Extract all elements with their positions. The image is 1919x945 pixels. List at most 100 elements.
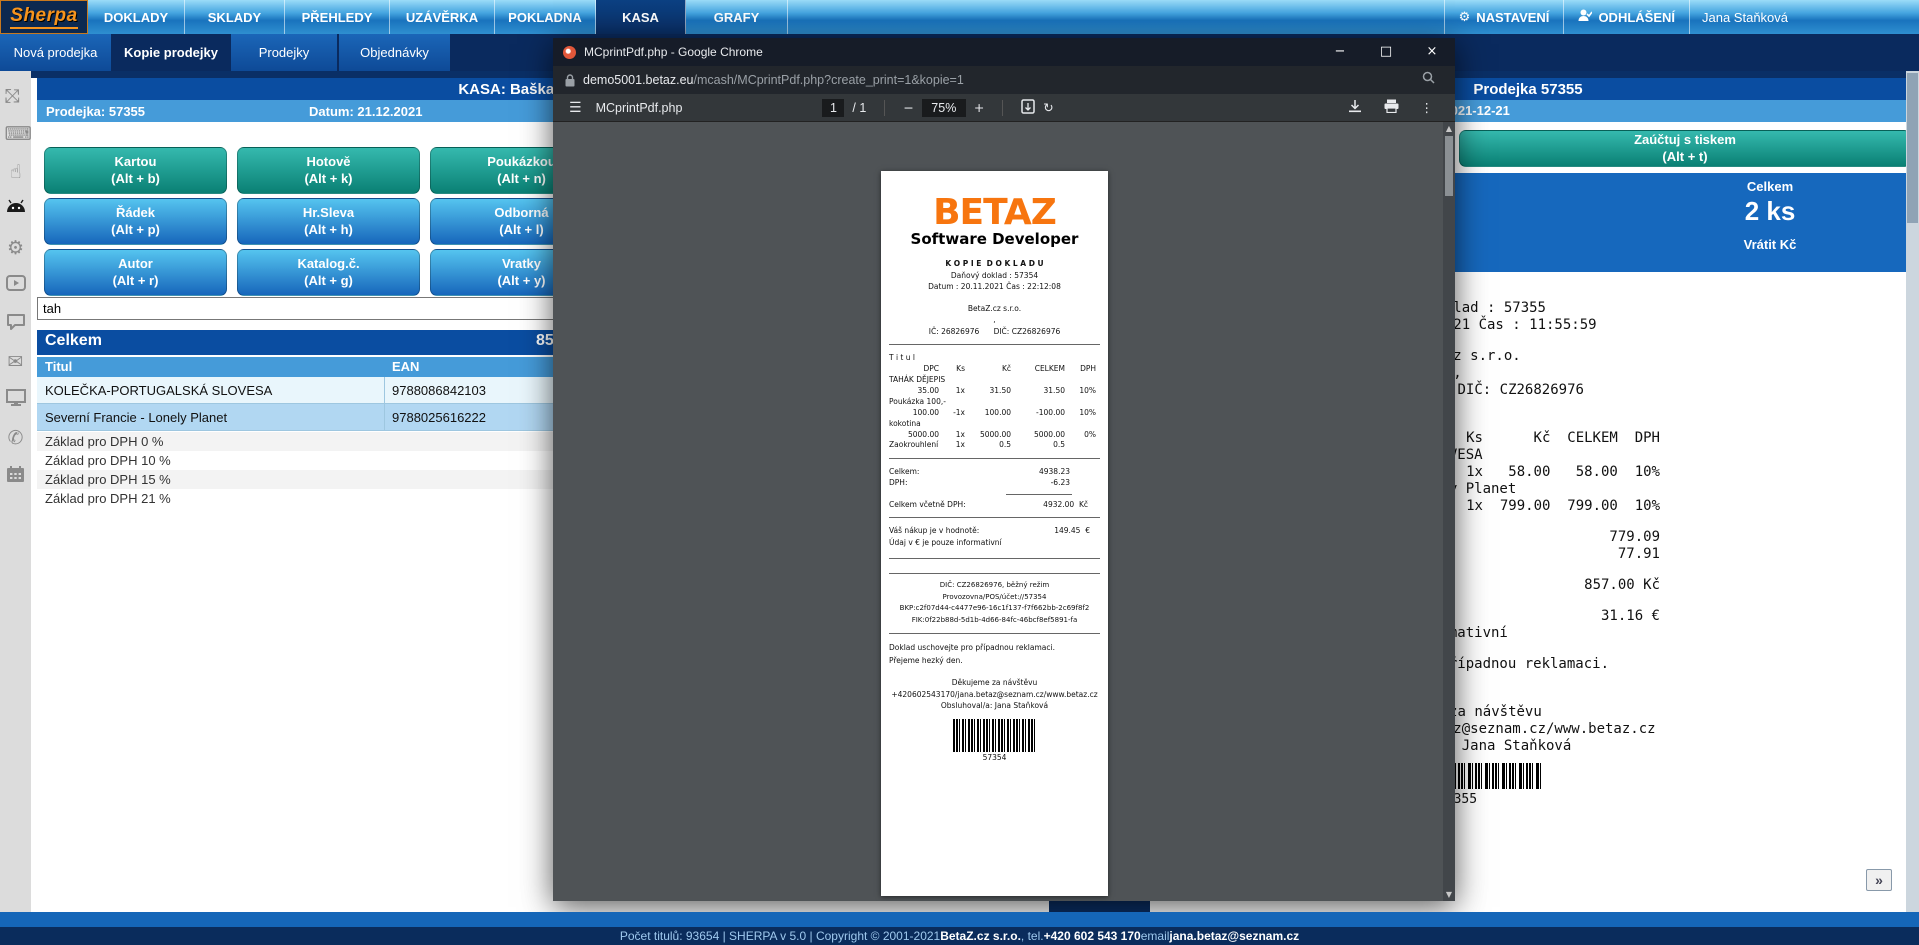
scrollbar-thumb[interactable] xyxy=(1907,73,1918,223)
window-title-bar[interactable]: MCprintPdf.php - Google Chrome − □ × xyxy=(553,38,1455,66)
pdf-viewport: BETAZ Software Developer K O P I E D O K… xyxy=(553,122,1455,901)
pdf-document-icon xyxy=(563,46,576,59)
settings-button[interactable]: ⚙ NASTAVENÍ xyxy=(1444,0,1564,34)
radek-button[interactable]: Řádek(Alt + p) xyxy=(44,198,227,245)
nav-item-pokladna[interactable]: POKLADNA xyxy=(495,0,596,34)
android-icon[interactable] xyxy=(5,199,27,221)
item-values: 35.001x31.5031.5010% xyxy=(889,386,1100,397)
pdf-scrollbar-thumb[interactable] xyxy=(1445,136,1453,196)
monitor-icon[interactable] xyxy=(5,389,27,411)
pdf-toolbar: ☰ MCprintPdf.php 1 / 1 − 75% + ↻ ⋮ xyxy=(553,94,1455,122)
window-controls: − □ × xyxy=(1317,38,1455,66)
autor-button[interactable]: Autor(Alt + r) xyxy=(44,249,227,296)
scroll-down-arrow[interactable]: ▼ xyxy=(1444,890,1454,899)
page-number-input[interactable]: 1 xyxy=(822,99,844,117)
eur-note: Údaj v € je pouze informativní xyxy=(889,537,1100,549)
kartou-button[interactable]: Kartou(Alt + b) xyxy=(44,147,227,194)
settings-label: NASTAVENÍ xyxy=(1476,10,1549,25)
titul-heading: T i t u l xyxy=(889,352,1100,364)
nav-item-grafy[interactable]: GRAFY xyxy=(686,0,788,34)
zoom-in-button[interactable]: + xyxy=(974,100,984,115)
hotove-button[interactable]: Hotově(Alt + k) xyxy=(237,147,420,194)
top-nav: Sherpa DOKLADY SKLADY PŘEHLEDY UZÁVĚRKA … xyxy=(0,0,1919,34)
item-name: kokotina xyxy=(889,418,1100,430)
nav-spacer xyxy=(788,0,1444,34)
logout-button[interactable]: ODHLÁŠENÍ xyxy=(1563,0,1689,34)
address-bar[interactable]: demo5001.betaz.eu/mcash/MCprintPdf.php?c… xyxy=(553,66,1455,94)
item-name: TAHÁK DĚJEPIS xyxy=(889,374,1100,386)
receipt-total: 4932.00 Kč xyxy=(1043,499,1100,511)
gear-icon[interactable]: ⚙ xyxy=(5,237,27,259)
nice-day-note: Přejeme hezký den. xyxy=(889,654,1100,667)
scroll-up-arrow[interactable]: ▲ xyxy=(1444,124,1454,133)
hrsleva-button[interactable]: Hr.Sleva(Alt + h) xyxy=(237,198,420,245)
minimize-button[interactable]: − xyxy=(1317,38,1363,66)
keep-receipt-note: Doklad uschovejte pro případnou reklamac… xyxy=(889,641,1100,654)
pos-line: Provozovna/POS/účet://57354 xyxy=(889,592,1100,604)
nav-item-uzaverka[interactable]: UZÁVĚRKA xyxy=(390,0,495,34)
doklad-number: Daňový doklad : 57354 xyxy=(889,270,1100,282)
pdf-title: MCprintPdf.php xyxy=(596,101,683,115)
nav-item-prehledy[interactable]: PŘEHLEDY xyxy=(285,0,390,34)
app-vertical-scrollbar[interactable] xyxy=(1906,71,1919,912)
fit-page-icon[interactable] xyxy=(1021,99,1035,117)
video-player-icon[interactable] xyxy=(5,275,27,297)
phone-icon[interactable]: ✆ xyxy=(5,427,27,449)
nav-item-sklady[interactable]: SKLADY xyxy=(185,0,285,34)
sherpa-logo[interactable]: Sherpa xyxy=(0,0,88,34)
status-company: BetaZ.cz s.r.o. xyxy=(940,929,1021,943)
item-values: 5000.001x5000.005000.000% xyxy=(889,430,1100,441)
hand-pointer-icon[interactable]: ☝ xyxy=(5,161,27,183)
item-name: Poukázka 100,- xyxy=(889,396,1100,408)
person-icon xyxy=(1578,9,1592,25)
tab-objednavky[interactable]: Objednávky xyxy=(339,34,452,71)
search-icon[interactable] xyxy=(1410,71,1443,89)
chat-bubble-icon[interactable] xyxy=(5,313,27,335)
kebab-menu-icon[interactable]: ⋮ xyxy=(1421,100,1434,115)
receipt-subtotal: 4938.23 xyxy=(1039,466,1100,478)
bkp-code: BKP:c2f07d44-c4477e96-16c1f137-f7f662bb-… xyxy=(889,603,1100,615)
window-title: MCprintPdf.php - Google Chrome xyxy=(584,45,763,59)
thanks-line: Děkujeme za návštěvu xyxy=(889,677,1100,689)
calendar-icon[interactable] xyxy=(5,465,27,487)
scroll-more-button[interactable]: » xyxy=(1866,869,1892,891)
zauctuj-s-tiskem-button[interactable]: Zaúčtuj s tiskem (Alt + t) xyxy=(1459,130,1911,167)
contact-line: +420602543170/jana.betaz@seznam.cz/www.b… xyxy=(889,689,1100,701)
tab-prodejky[interactable]: Prodejky xyxy=(231,34,339,71)
fik-code: FIK:0f22b88d-5d1b-4d66-84fc-46bcf8ef5891… xyxy=(889,615,1100,627)
page-count: / 1 xyxy=(852,101,866,115)
print-icon[interactable] xyxy=(1384,99,1399,116)
col-ean: EAN xyxy=(392,359,419,374)
doklad-datetime: Datum : 20.11.2021 Čas : 22:12:08 xyxy=(889,281,1100,293)
rotate-icon[interactable]: ↻ xyxy=(1043,100,1053,115)
close-button[interactable]: × xyxy=(1409,38,1455,66)
download-icon[interactable] xyxy=(1348,99,1362,116)
zoom-out-button[interactable]: − xyxy=(903,100,913,115)
lock-icon xyxy=(565,74,575,87)
ic-dic: IČ: 26826976 DIČ: CZ26826976 xyxy=(889,326,1100,338)
celkem-label: Celkem xyxy=(45,332,102,350)
logged-in-user: Jana Staňková xyxy=(1689,0,1919,34)
item-values: Zaokrouhlení1x0.50.5 xyxy=(889,440,1100,451)
status-bar: Počet titulů: 93654 | SHERPA v 5.0 | Cop… xyxy=(0,927,1919,945)
receipt-barcode xyxy=(953,719,1037,752)
user-name: Jana Staňková xyxy=(1702,10,1788,25)
pdf-scrollbar[interactable]: ▲ ▼ xyxy=(1443,122,1455,901)
icon-sidebar: ⤢⤡ ⌨ ☝ ⚙ ✉ ✆ xyxy=(0,71,31,912)
maximize-button[interactable]: □ xyxy=(1363,38,1409,66)
katalog-button[interactable]: Katalog.č.(Alt + g) xyxy=(237,249,420,296)
zoom-level[interactable]: 75% xyxy=(922,99,966,117)
mail-icon[interactable]: ✉ xyxy=(5,351,27,373)
expand-icon[interactable]: ⤢⤡ xyxy=(5,85,27,107)
receipt-barcode-number: 57354 xyxy=(889,752,1100,764)
nav-item-doklady[interactable]: DOKLADY xyxy=(88,0,185,34)
tab-nova-prodejka[interactable]: Nová prodejka xyxy=(0,34,113,71)
tab-kopie-prodejky[interactable]: Kopie prodejky xyxy=(113,34,231,71)
prodejka-date: Datum: 21.12.2021 xyxy=(309,104,422,119)
vratit-label: Vrátit Kč xyxy=(1650,237,1890,252)
menu-icon[interactable]: ☰ xyxy=(569,100,582,116)
item-values: 100.00-1x100.00-100.0010% xyxy=(889,408,1100,419)
total-quantity: 2 ks xyxy=(1650,196,1890,227)
keyboard-icon[interactable]: ⌨ xyxy=(5,123,27,145)
nav-item-kasa[interactable]: KASA xyxy=(596,0,686,34)
